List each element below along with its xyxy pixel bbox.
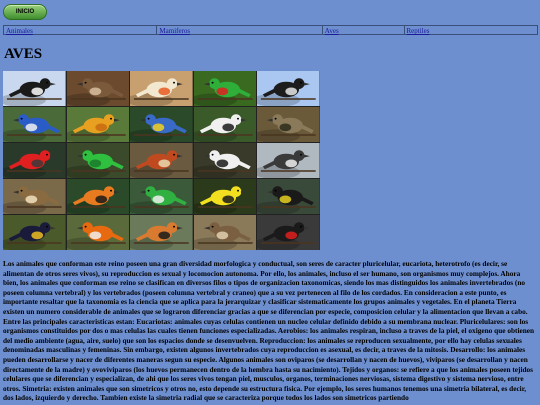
bird-photo-tile [66,143,130,178]
bird-photo-tile [257,179,320,214]
warbler-icon [193,179,257,214]
main-nav: Animales Mamiferos Aves Reptiles [3,25,538,35]
chickadee-icon [257,143,320,178]
bird-photo-tile [130,107,193,142]
nav-link-aves[interactable]: Aves [323,26,405,35]
finch-icon [130,215,193,250]
orange-bird-icon [66,107,130,142]
green-parrot-icon [193,71,257,106]
striped-bird-icon [193,143,257,178]
hawk-icon [66,71,130,106]
crested-bird-icon [130,71,193,106]
hummingbird-icon [66,143,130,178]
sparrow-icon [257,107,320,142]
woodpecker-icon [257,179,320,214]
bird-photo-tile [3,215,66,250]
motmot-icon [130,179,193,214]
bird-photo-tile [66,107,130,142]
bird-photo-tile [193,71,257,106]
red-bird-icon [3,143,66,178]
bird-photo-tile [130,71,193,106]
bird-photo-tile [130,143,193,178]
black-bird-icon [257,71,320,106]
bird-photo-tile [3,179,66,214]
bird-photo-tile [193,179,257,214]
nav-link-reptiles[interactable]: Reptiles [405,26,538,35]
oriole-icon [66,179,130,214]
bird-photo-tile [3,143,66,178]
bird-photo-tile [257,107,320,142]
robin-icon [66,215,130,250]
bird-photo-tile [3,71,66,106]
bird-photo-tile [257,215,320,250]
body-paragraph: Los animales que conforman este reino po… [3,259,535,403]
nav-link-mamiferos[interactable]: Mamiferos [157,26,323,35]
bird-photo-tile [257,71,320,106]
white-bird-icon [193,107,257,142]
bird-photo-tile [66,71,130,106]
bird-photo-tile [66,179,130,214]
swallow-icon [3,71,66,106]
tanager-icon [3,215,66,250]
bluebird-icon [3,107,66,142]
bird-photo-tile [66,215,130,250]
birds-photo-mosaic [3,71,320,250]
bird-photo-tile [193,143,257,178]
inicio-button[interactable]: INICIO [3,4,47,20]
bird-photo-tile [193,215,257,250]
redheaded-woodpecker-icon [257,215,320,250]
bird-photo-tile [257,143,320,178]
rufous-bird-icon [130,143,193,178]
wren-icon [3,179,66,214]
thrush-icon [193,215,257,250]
nav-link-animales[interactable]: Animales [4,26,158,35]
page-title: AVES [4,46,43,62]
yellow-blue-bird-icon [130,107,193,142]
bird-photo-tile [3,107,66,142]
bird-photo-tile [130,179,193,214]
bird-photo-tile [130,215,193,250]
bird-photo-tile [193,107,257,142]
